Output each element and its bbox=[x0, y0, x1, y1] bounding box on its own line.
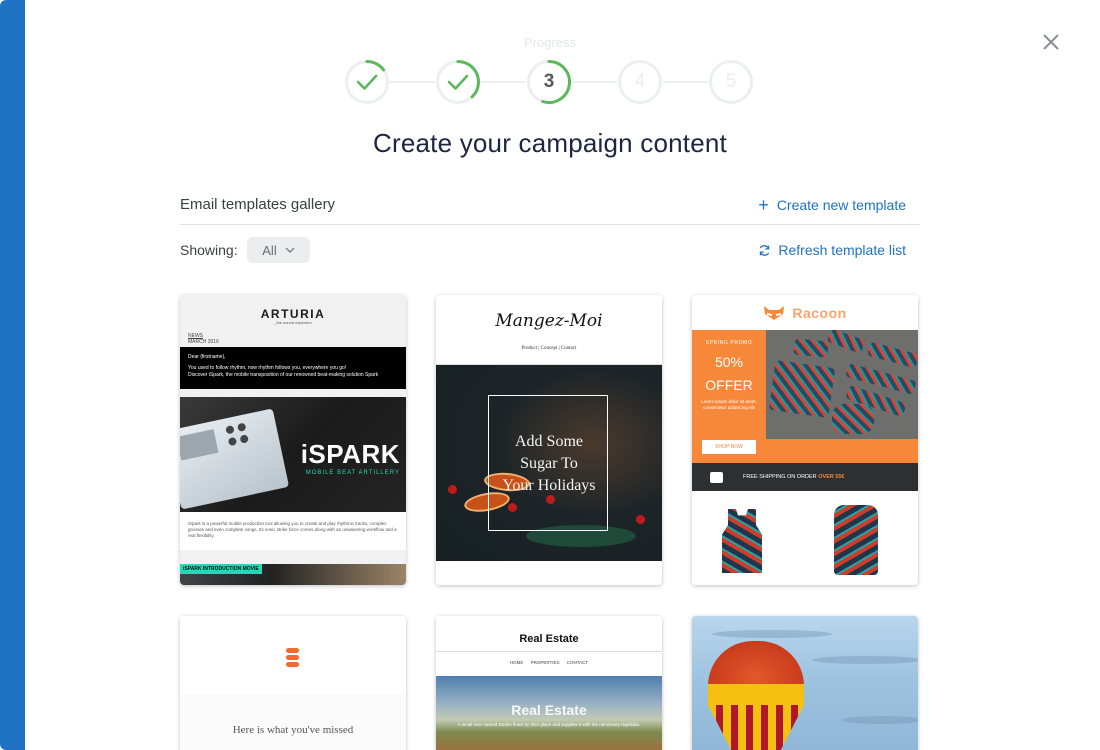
device-image bbox=[180, 408, 290, 510]
step-number: 5 bbox=[725, 71, 737, 92]
hero-subtitle: MOBILE BEAT ARTILLERY bbox=[305, 470, 400, 476]
shipping-highlight: OVER 55€ bbox=[818, 474, 845, 480]
template-headline: Here is what you've missed bbox=[232, 724, 354, 736]
create-template-label: Create new template bbox=[776, 197, 906, 213]
shipping-text: FREE SHIPPING ON ORDER bbox=[743, 474, 817, 480]
shipping-banner: FREE SHIPPING ON ORDER OVER 55€ bbox=[692, 463, 918, 491]
step-number: 3 bbox=[543, 71, 555, 92]
template-card-real-estate[interactable]: Real Estate HOME PROPERTIES CONTACT Real… bbox=[436, 616, 662, 750]
template-description: iSpark is a powerful mobile production t… bbox=[180, 512, 406, 550]
template-logo: Mangez-Moi bbox=[495, 311, 603, 331]
create-template-button[interactable]: + Create new template bbox=[758, 195, 906, 215]
package-icon bbox=[710, 471, 723, 483]
gallery-title: Email templates gallery bbox=[180, 196, 336, 213]
step-5: 5 bbox=[708, 59, 754, 105]
promo-percent: 50% bbox=[714, 354, 744, 370]
plus-icon: + bbox=[758, 195, 769, 215]
body-text: Discover iSpark, the mobile transpositio… bbox=[188, 372, 379, 378]
progress-stepper: 3 4 5 bbox=[344, 59, 754, 105]
step-1-progress-arc bbox=[365, 60, 386, 72]
check-icon bbox=[356, 74, 378, 90]
template-tagline: _the sound explorers bbox=[274, 320, 312, 325]
template-card-mangez-moi[interactable]: Mangez-Moi Product | Concept | Contact A… bbox=[436, 295, 662, 585]
step-4: 4 bbox=[617, 59, 663, 105]
showing-label: Showing: bbox=[180, 242, 238, 258]
template-nav: Product | Concept | Contact bbox=[521, 346, 577, 351]
template-card-racoon[interactable]: Racoon SPRING PROMO 50% OFFER Lorem ipsu… bbox=[692, 295, 918, 585]
promo-banner: SPRING PROMO 50% OFFER Lorem ipsum dolor… bbox=[692, 330, 918, 463]
page-title: Create your campaign content bbox=[373, 128, 727, 158]
promo-body: Lorem ipsum dolor sit amet, consectetur … bbox=[701, 399, 757, 410]
hero-text: Add Some Sugar To Your Holidays bbox=[502, 433, 596, 494]
step-1 bbox=[344, 59, 390, 105]
balloon-envelope bbox=[708, 641, 804, 686]
side-accent-bar bbox=[0, 0, 25, 750]
hero-title: Real Estate bbox=[511, 702, 587, 718]
template-preview-header: Mangez-Moi Product | Concept | Contact bbox=[436, 295, 662, 365]
template-intro: Dear {firstname}, You used to follow rhy… bbox=[180, 347, 406, 389]
step-number: 4 bbox=[634, 71, 646, 92]
template-nav: HOME PROPERTIES CONTACT bbox=[436, 652, 662, 676]
refresh-label: Refresh template list bbox=[778, 242, 906, 258]
template-filter-dropdown[interactable]: All bbox=[247, 237, 310, 263]
refresh-template-list-button[interactable]: Refresh template list bbox=[758, 242, 906, 258]
shop-now-button: SHOP NOW bbox=[702, 440, 756, 454]
step-connector bbox=[390, 81, 435, 83]
template-card-balloon[interactable] bbox=[692, 616, 918, 750]
greeting: Dear {firstname}, bbox=[188, 354, 226, 360]
template-video-thumbnail: iSPARK INTRODUCTION MOVIE bbox=[180, 564, 406, 585]
hero-title: iSPARK bbox=[300, 439, 400, 469]
template-hero-image: iSPARK MOBILE BEAT ARTILLERY bbox=[180, 397, 406, 512]
racoon-logo-icon bbox=[764, 305, 785, 320]
brand-logo-icon bbox=[286, 648, 299, 668]
promo-kicker: SPRING PROMO bbox=[705, 340, 753, 346]
template-news: NEWS MARCH 2016 bbox=[188, 333, 219, 345]
step-connector bbox=[481, 81, 526, 83]
step-2-progress-arc bbox=[456, 60, 480, 99]
progress-label: Progress bbox=[523, 35, 577, 50]
step-connector bbox=[572, 81, 617, 83]
template-preview-header bbox=[180, 616, 406, 694]
template-logo: Racoon bbox=[792, 304, 847, 321]
template-card-arturia[interactable]: ARTURIA _the sound explorers NEWS MARCH … bbox=[180, 295, 406, 585]
template-hero-image: Real Estate A small river named Duden fl… bbox=[436, 676, 662, 750]
gallery-header: Email templates gallery + Create new tem… bbox=[180, 195, 920, 225]
step-3: 3 bbox=[526, 59, 572, 105]
check-icon bbox=[447, 74, 469, 90]
template-hero-image: Add Some Sugar To Your Holidays bbox=[436, 365, 662, 561]
template-card-newsletter[interactable]: Here is what you've missed bbox=[180, 616, 406, 750]
backpack-image bbox=[834, 505, 878, 575]
balloon-image bbox=[692, 616, 918, 750]
promo-offer: OFFER bbox=[705, 377, 753, 393]
body-text: You used to follow rhythm, now rhythm fo… bbox=[188, 365, 347, 371]
template-preview-header: ARTURIA _the sound explorers NEWS MARCH … bbox=[180, 295, 406, 347]
chevron-down-icon bbox=[285, 247, 295, 253]
template-preview-header: Real Estate bbox=[436, 616, 662, 652]
hero-subtitle: A small river named Duden flows by their… bbox=[457, 722, 641, 727]
template-logo: ARTURIA bbox=[260, 307, 326, 321]
step-connector bbox=[663, 81, 708, 83]
news-date: MARCH 2016 bbox=[188, 339, 219, 345]
step-2 bbox=[435, 59, 481, 105]
video-badge: iSPARK INTRODUCTION MOVIE bbox=[180, 564, 262, 574]
product-photo bbox=[766, 330, 918, 439]
filter-value: All bbox=[262, 242, 277, 258]
product-row bbox=[692, 491, 918, 585]
refresh-icon bbox=[760, 244, 770, 256]
template-preview-header: Racoon bbox=[692, 295, 918, 330]
tank-top-image bbox=[722, 509, 762, 573]
